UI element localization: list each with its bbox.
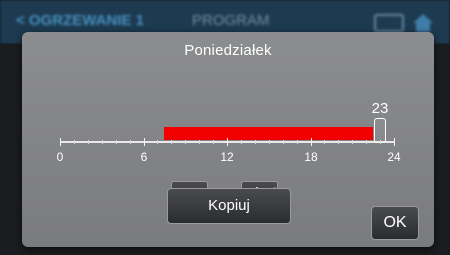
battery-icon	[374, 14, 404, 32]
minor-tick	[255, 140, 256, 144]
tick-label: 24	[387, 150, 401, 164]
heating-period-bar[interactable]	[164, 127, 373, 140]
minor-tick	[88, 140, 89, 144]
major-tick	[60, 138, 61, 146]
minor-tick	[213, 140, 214, 144]
cursor-hour-value: 23	[371, 100, 389, 117]
day-schedule-dialog: Poniedziałek 23 06121824 eco	[22, 32, 434, 247]
minor-tick	[366, 140, 367, 144]
minor-tick	[380, 140, 381, 144]
tick-label: 0	[56, 150, 64, 164]
minor-tick	[171, 140, 172, 144]
minor-tick	[199, 140, 200, 144]
major-tick	[144, 138, 145, 146]
screen: < OGRZEWANIE 1 PROGRAM Poniedziałek 23 0…	[0, 0, 450, 255]
ok-button[interactable]: OK	[371, 206, 419, 240]
tick-label: 6	[140, 150, 148, 164]
schedule-timeline[interactable]: 23 0 6 12 18 24	[22, 32, 434, 164]
minor-tick	[185, 140, 186, 144]
minor-tick	[241, 140, 242, 144]
tick-label: 12	[220, 150, 234, 164]
major-tick	[227, 138, 228, 146]
minor-tick	[157, 140, 158, 144]
minor-tick	[283, 140, 284, 144]
home-icon	[413, 14, 433, 32]
minor-tick	[352, 140, 353, 144]
minor-tick	[74, 140, 75, 144]
minor-tick	[130, 140, 131, 144]
minor-tick	[116, 140, 117, 144]
copy-button[interactable]: Kopiuj	[167, 188, 291, 224]
background-back-link: < OGRZEWANIE 1	[16, 12, 144, 29]
tick-label: 18	[304, 150, 318, 164]
minor-tick	[269, 140, 270, 144]
minor-tick	[324, 140, 325, 144]
minor-tick	[102, 140, 103, 144]
major-tick	[394, 138, 395, 146]
background-program-tab: PROGRAM	[192, 12, 270, 29]
minor-tick	[297, 140, 298, 144]
minor-tick	[338, 140, 339, 144]
major-tick	[311, 138, 312, 146]
